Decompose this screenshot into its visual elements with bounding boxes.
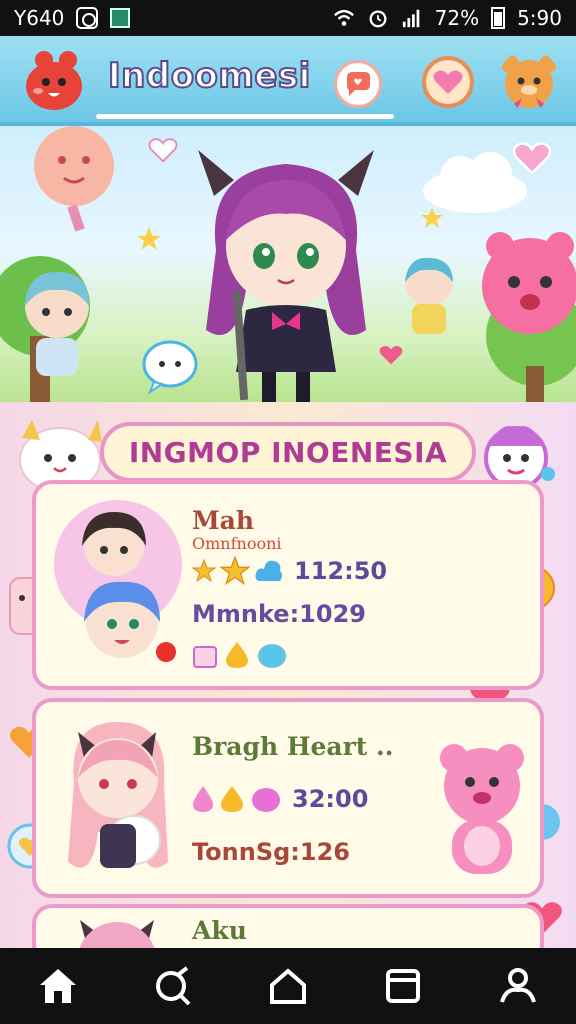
nav-home[interactable] — [28, 956, 88, 1016]
star-decoration-icon — [137, 227, 161, 250]
main-character-image — [198, 150, 374, 402]
nav-search[interactable] — [143, 956, 203, 1016]
favorites-button[interactable] — [422, 56, 474, 108]
card-subtitle: Omnfnooni — [192, 534, 282, 553]
list-item[interactable]: Mah Omnfnooni 112:50 Mmnke:1029 — [32, 480, 544, 690]
status-time: 5:90 — [517, 6, 562, 30]
hero-banner — [0, 126, 576, 402]
wifi-icon — [333, 9, 354, 26]
battery-icon — [491, 7, 506, 29]
star-decoration-icon — [421, 207, 443, 228]
heart-decoration-icon — [148, 138, 178, 163]
card-avatar-image — [79, 920, 155, 948]
home-icon — [39, 969, 76, 1003]
heart-decoration-icon — [379, 345, 403, 365]
card-icon-row — [192, 640, 288, 670]
card-icon-row: 32:00 — [192, 784, 368, 814]
alarm-icon — [369, 10, 387, 28]
card-title: Bragh Heart .. — [192, 732, 394, 761]
drop-icon — [221, 786, 243, 812]
image-notification-icon — [110, 8, 131, 28]
nav-inbox[interactable] — [373, 956, 433, 1016]
card-title: Mah — [192, 506, 255, 535]
list-item[interactable]: Aku — [32, 904, 544, 948]
drop-icon — [193, 786, 213, 812]
card-avatar-image — [54, 500, 182, 662]
bottom-navigation — [0, 948, 576, 1024]
section-title: INGMOP INOENESIA — [128, 435, 448, 469]
card-time-value: 112:50 — [294, 557, 388, 585]
chat-button[interactable] — [334, 60, 382, 108]
cloud-icon — [255, 560, 282, 581]
profile-icon — [500, 968, 537, 1003]
tag-icon — [193, 646, 217, 668]
balloon-character-image — [34, 126, 114, 232]
bubble-icon — [258, 644, 286, 668]
nav-profile[interactable] — [488, 956, 548, 1016]
boy-character-image — [25, 272, 90, 376]
battery-percent: 72% — [434, 6, 480, 30]
notification-icon — [76, 7, 99, 29]
content-panel: INGMOP INOENESIA Mah Omnfnooni 112:50 Mm… — [0, 402, 576, 948]
inbox-icon — [386, 969, 421, 1003]
heart-icon — [433, 70, 463, 94]
star-icon — [192, 559, 216, 583]
chat-bubble-icon — [347, 72, 370, 96]
house-icon — [269, 968, 306, 1004]
card-avatar-image — [68, 722, 168, 868]
app-title: Indoomesi — [107, 55, 311, 97]
star-icon — [220, 556, 250, 586]
small-kid-character-image — [405, 257, 453, 334]
card-rating-row: 112:50 — [192, 556, 387, 586]
status-carrier-text: Y640 — [14, 6, 65, 30]
title-underline — [96, 114, 394, 119]
drop-icon — [226, 642, 248, 668]
pink-bear-image — [440, 744, 524, 874]
app-header: Indoomesi — [0, 36, 576, 126]
card-stat-line: Mmnke:1029 — [192, 600, 366, 628]
card-time-value: 32:00 — [292, 785, 369, 813]
nav-house[interactable] — [258, 956, 318, 1016]
bubble-icon — [252, 788, 280, 812]
card-title: Aku — [192, 916, 247, 945]
signal-icon — [402, 9, 419, 28]
search-icon — [155, 966, 191, 1006]
card-stat-line: TonnSg:126 — [192, 838, 351, 866]
status-bar: Y640 72% 5:90 — [0, 0, 576, 36]
section-banner: INGMOP INOENESIA — [100, 422, 476, 482]
pink-pet-character-image — [482, 232, 576, 334]
list-item[interactable]: Bragh Heart .. 32:00 TonnSg:126 — [32, 698, 544, 898]
card-list: Mah Omnfnooni 112:50 Mmnke:1029 Bragh He… — [32, 480, 544, 948]
red-mascot-icon[interactable] — [18, 46, 88, 116]
bear-profile-icon[interactable] — [498, 50, 560, 112]
